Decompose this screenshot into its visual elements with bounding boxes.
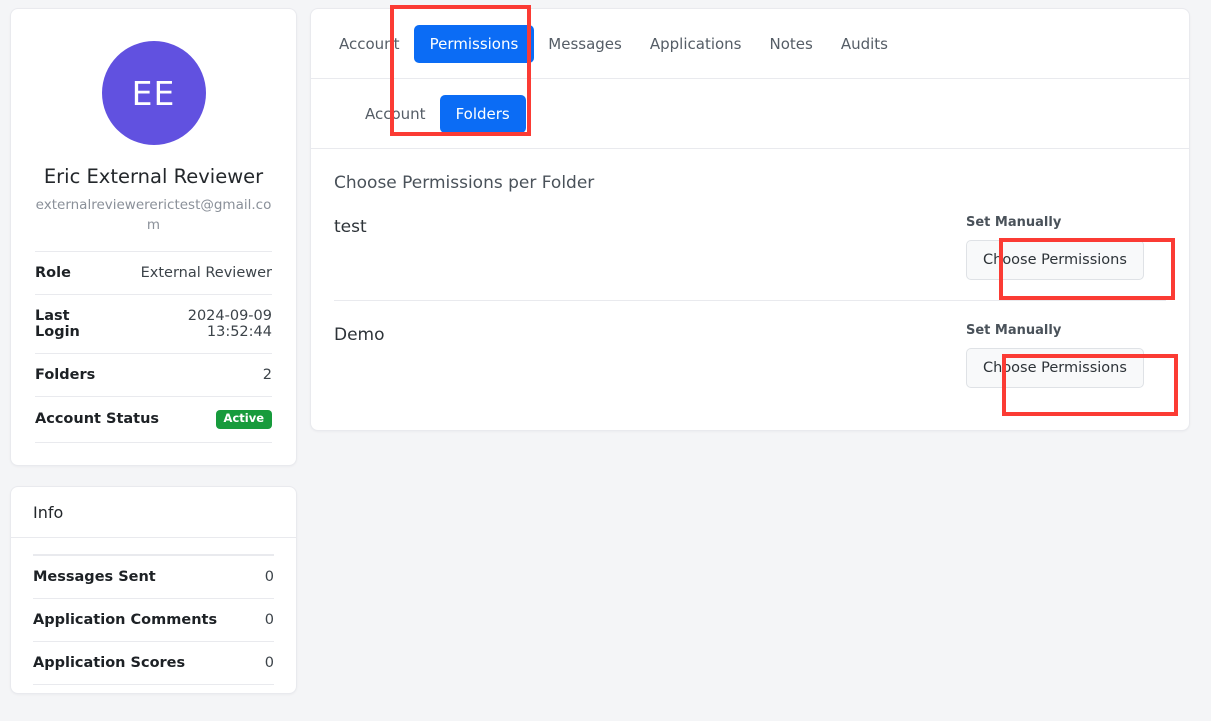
tab-audits[interactable]: Audits xyxy=(827,27,902,61)
choose-permissions-button[interactable]: Choose Permissions xyxy=(966,240,1144,280)
detail-row-last-login: Last Login 2024-09-09 13:52:44 xyxy=(35,294,272,353)
detail-label: Role xyxy=(35,265,71,282)
main-card: Account Permissions Messages Application… xyxy=(310,8,1190,431)
tab-messages[interactable]: Messages xyxy=(534,27,636,61)
permissions-panel-body: Choose Permissions per Folder test Set M… xyxy=(311,149,1189,430)
profile-sidebar: EE Eric External Reviewer externalreview… xyxy=(10,8,297,694)
app-root: EE Eric External Reviewer externalreview… xyxy=(0,0,1211,721)
detail-row-role: Role External Reviewer xyxy=(35,251,272,294)
choose-permissions-button[interactable]: Choose Permissions xyxy=(966,348,1144,388)
primary-tab-bar: Account Permissions Messages Application… xyxy=(311,9,1189,79)
folder-row-demo: Demo Set Manually Choose Permissions xyxy=(334,300,1166,408)
profile-email: externalreviewererictest@gmail.com xyxy=(35,197,272,233)
info-value: 0 xyxy=(264,568,274,585)
info-label: Application Scores xyxy=(33,654,186,671)
info-row-application-scores: Application Scores 0 xyxy=(33,640,274,684)
info-value: 0 xyxy=(264,611,274,628)
info-bottom-divider xyxy=(33,683,274,685)
profile-card: EE Eric External Reviewer externalreview… xyxy=(10,8,297,466)
info-card: Info Messages Sent 0 Application Comment… xyxy=(10,485,297,694)
info-value: 0 xyxy=(264,654,274,671)
subtab-folders[interactable]: Folders xyxy=(439,94,526,133)
folder-name: test xyxy=(334,217,367,237)
detail-label: Last Login xyxy=(35,308,80,341)
detail-value: 2 xyxy=(262,367,272,384)
avatar: EE xyxy=(101,41,206,145)
info-stats-list: Messages Sent 0 Application Comments 0 A… xyxy=(11,553,296,693)
info-card-title: Info xyxy=(11,487,296,538)
secondary-tab-bar: Account Folders xyxy=(311,79,1189,149)
set-manually-label: Set Manually xyxy=(966,323,1062,338)
detail-label: Account Status xyxy=(35,411,160,428)
folder-name: Demo xyxy=(334,325,385,345)
info-row-application-comments: Application Comments 0 xyxy=(33,597,274,641)
info-label: Messages Sent xyxy=(33,568,156,585)
tab-permissions[interactable]: Permissions xyxy=(413,24,535,63)
folder-permission-control: Set Manually Choose Permissions xyxy=(966,215,1166,280)
status-badge: Active xyxy=(215,410,272,429)
panel-title: Choose Permissions per Folder xyxy=(334,173,595,193)
details-bottom-divider xyxy=(35,441,272,443)
detail-row-folders: Folders 2 xyxy=(35,353,272,396)
detail-value: 2024-09-09 13:52:44 xyxy=(187,308,272,341)
tab-account[interactable]: Account xyxy=(325,27,414,61)
tab-notes[interactable]: Notes xyxy=(756,27,827,61)
tab-applications[interactable]: Applications xyxy=(636,27,756,61)
profile-details-list: Role External Reviewer Last Login 2024-0… xyxy=(35,251,272,443)
folder-row-inner: test Set Manually Choose Permissions xyxy=(334,215,1166,280)
detail-value: External Reviewer xyxy=(140,265,272,282)
info-label: Application Comments xyxy=(33,611,218,628)
folder-permission-control: Set Manually Choose Permissions xyxy=(966,323,1166,388)
avatar-wrapper: EE xyxy=(35,41,272,145)
detail-row-account-status: Account Status Active xyxy=(35,396,272,442)
main-panel: Account Permissions Messages Application… xyxy=(310,8,1190,431)
subtab-account[interactable]: Account xyxy=(351,97,440,131)
folder-row-test: test Set Manually Choose Permissions xyxy=(334,215,1166,300)
avatar-initials: EE xyxy=(131,73,176,113)
detail-label: Folders xyxy=(35,367,96,384)
info-row-messages-sent: Messages Sent 0 xyxy=(33,554,274,598)
set-manually-label: Set Manually xyxy=(966,215,1062,230)
profile-name: Eric External Reviewer xyxy=(43,165,264,188)
folder-row-inner: Demo Set Manually Choose Permissions xyxy=(334,323,1166,388)
